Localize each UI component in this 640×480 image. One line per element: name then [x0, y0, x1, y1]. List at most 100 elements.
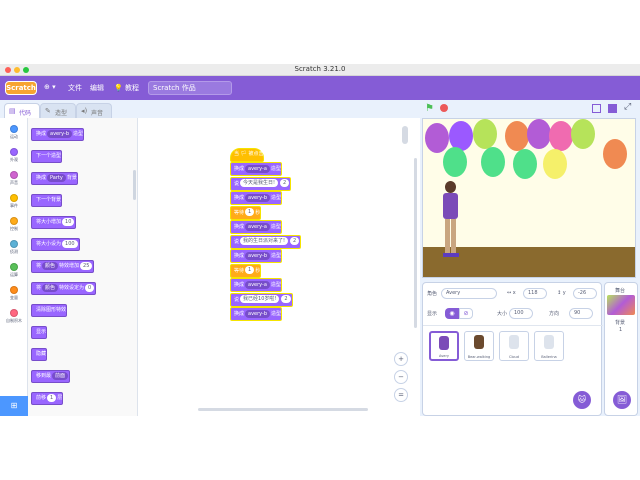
- script-block[interactable]: 换成 avery-a 造型: [230, 278, 282, 292]
- fullscreen-icon[interactable]: ⤢: [624, 102, 631, 112]
- edit-menu[interactable]: 编辑: [90, 83, 104, 93]
- x-input[interactable]: 118: [523, 288, 547, 299]
- block-dropdown[interactable]: 颜色: [42, 261, 59, 270]
- tutorials-menu[interactable]: 💡 教程: [114, 83, 139, 93]
- script-block[interactable]: 等待 1 秒: [230, 205, 262, 220]
- script-block[interactable]: 说我已经10岁啦! 2: [230, 292, 293, 307]
- zoom-reset-button[interactable]: =: [394, 388, 408, 402]
- palette-block[interactable]: 显示: [31, 326, 48, 339]
- tab-costumes-label: 造型: [55, 110, 68, 117]
- block-input[interactable]: 2: [280, 179, 290, 187]
- cat-add-icon: 🐱: [577, 395, 587, 404]
- palette-block[interactable]: 将大小增加 10: [31, 216, 77, 229]
- sprite-card[interactable]: Avery: [429, 331, 459, 361]
- palette-block[interactable]: 移到最 前面: [31, 370, 71, 383]
- add-extension-button[interactable]: ⊞: [0, 396, 28, 416]
- script-block[interactable]: 换成 avery-b 造型: [230, 307, 283, 321]
- block-text: 换成: [234, 311, 245, 317]
- block-text: 造型: [270, 282, 281, 288]
- block-dropdown[interactable]: Party: [47, 173, 66, 182]
- category-8[interactable]: 自制积木: [0, 306, 28, 332]
- choose-backdrop-button[interactable]: 🖼: [613, 391, 631, 409]
- palette-block[interactable]: 将颜色 特效设定为 0: [31, 282, 97, 295]
- block-text: 下一个造型: [36, 153, 62, 159]
- block-text: 说: [234, 180, 240, 187]
- block-input[interactable]: 我的生日派对来了!: [240, 237, 289, 245]
- block-input[interactable]: 2: [281, 295, 291, 303]
- palette-block[interactable]: 将大小设为 100: [31, 238, 80, 251]
- block-text: 显示: [36, 329, 47, 335]
- palette-scrollbar[interactable]: [133, 170, 136, 200]
- stop-icon[interactable]: [440, 104, 448, 112]
- block-dropdown[interactable]: avery-b: [47, 129, 73, 138]
- project-name-input[interactable]: Scratch 作品: [148, 81, 232, 95]
- show-hidden-icon[interactable]: ⊘: [459, 308, 473, 319]
- tab-code[interactable]: ▤ 代码: [4, 103, 40, 118]
- block-input[interactable]: 10: [62, 217, 75, 226]
- block-dropdown[interactable]: avery-b: [245, 193, 271, 202]
- category-dot-icon: [10, 240, 18, 248]
- file-menu[interactable]: 文件: [68, 83, 82, 93]
- y-input[interactable]: -26: [573, 288, 597, 299]
- when-flag-clicked-hat[interactable]: 当 🏳 被点击: [230, 148, 264, 162]
- palette-block[interactable]: 清除图形特效: [31, 304, 68, 317]
- tab-costumes[interactable]: ✎ 造型: [40, 103, 76, 118]
- sprite-card[interactable]: Cloud: [499, 331, 529, 361]
- block-dropdown[interactable]: avery-a: [245, 164, 270, 173]
- workspace-vertical-scrollbar[interactable]: [414, 158, 417, 328]
- green-flag-icon[interactable]: ⚑: [425, 103, 434, 114]
- block-dropdown[interactable]: avery-a: [245, 222, 270, 231]
- palette-block[interactable]: 将颜色 特效增加 25: [31, 260, 95, 273]
- block-dropdown[interactable]: avery-b: [245, 309, 271, 318]
- stage-canvas[interactable]: [422, 118, 636, 278]
- script-block[interactable]: 说我的生日派对来了! 2: [230, 234, 302, 249]
- avery-sprite[interactable]: [441, 181, 459, 267]
- block-input[interactable]: 1: [245, 208, 255, 216]
- palette-block[interactable]: 换成 avery-b 造型: [31, 128, 85, 141]
- palette-block[interactable]: 换成 Party 背景: [31, 172, 78, 185]
- palette-block[interactable]: 下一个背景: [31, 194, 63, 207]
- tab-sounds[interactable]: ◂) 声音: [76, 103, 112, 118]
- script-block[interactable]: 换成 avery-a 造型: [230, 220, 282, 234]
- category-label: 控制: [10, 226, 18, 231]
- language-menu[interactable]: ⊕ ▾: [44, 83, 56, 91]
- script-block[interactable]: 换成 avery-b 造型: [230, 249, 283, 263]
- workspace-horizontal-scrollbar[interactable]: [198, 408, 368, 411]
- palette-block[interactable]: 前移 1 层: [31, 392, 64, 405]
- stage-selector[interactable]: 舞台 背景 1 🖼: [604, 282, 638, 416]
- block-input[interactable]: 100: [62, 239, 78, 248]
- small-stage-icon[interactable]: [592, 104, 601, 113]
- block-input[interactable]: 25: [80, 261, 93, 270]
- script-workspace[interactable]: 当 🏳 被点击 + − = 换成 avery-a 造型说今天是我生日! 2 换成 aver…: [138, 118, 420, 416]
- zoom-in-button[interactable]: +: [394, 352, 408, 366]
- sprite-card[interactable]: Bear-walking: [464, 331, 494, 361]
- block-input[interactable]: 1: [245, 266, 255, 274]
- script-block[interactable]: 说今天是我生日! 2: [230, 176, 292, 191]
- show-visible-icon[interactable]: ◉: [445, 308, 459, 319]
- block-input[interactable]: 0: [85, 283, 95, 292]
- large-stage-icon[interactable]: [608, 104, 617, 113]
- block-text: 将大小增加: [36, 219, 62, 225]
- zoom-out-icon: −: [398, 373, 404, 381]
- sprite-card[interactable]: Ballerina: [534, 331, 564, 361]
- script-block[interactable]: 换成 avery-a 造型: [230, 162, 282, 176]
- direction-input[interactable]: 90: [569, 308, 593, 319]
- sprite-name-input[interactable]: Avery: [441, 288, 497, 299]
- block-dropdown[interactable]: avery-a: [245, 280, 270, 289]
- zoom-out-button[interactable]: −: [394, 370, 408, 384]
- block-palette: 换成 avery-b 造型 下一个造型 换成 Party 背景 下一个背景 将大小增加 10 将大小…: [28, 118, 138, 416]
- block-input[interactable]: 今天是我生日!: [240, 179, 279, 187]
- block-dropdown[interactable]: 前面: [52, 371, 69, 380]
- palette-block[interactable]: 隐藏: [31, 348, 48, 361]
- block-dropdown[interactable]: avery-b: [245, 251, 271, 260]
- script-block[interactable]: 等待 1 秒: [230, 263, 262, 278]
- block-input[interactable]: 2: [290, 237, 300, 245]
- scratch-logo[interactable]: Scratch: [5, 81, 37, 95]
- size-input[interactable]: 100: [509, 308, 533, 319]
- block-input[interactable]: 1: [47, 393, 57, 402]
- block-dropdown[interactable]: 颜色: [42, 283, 59, 292]
- choose-sprite-button[interactable]: 🐱: [573, 391, 591, 409]
- block-input[interactable]: 我已经10岁啦!: [240, 295, 280, 303]
- palette-block[interactable]: 下一个造型: [31, 150, 63, 163]
- script-block[interactable]: 换成 avery-b 造型: [230, 191, 283, 205]
